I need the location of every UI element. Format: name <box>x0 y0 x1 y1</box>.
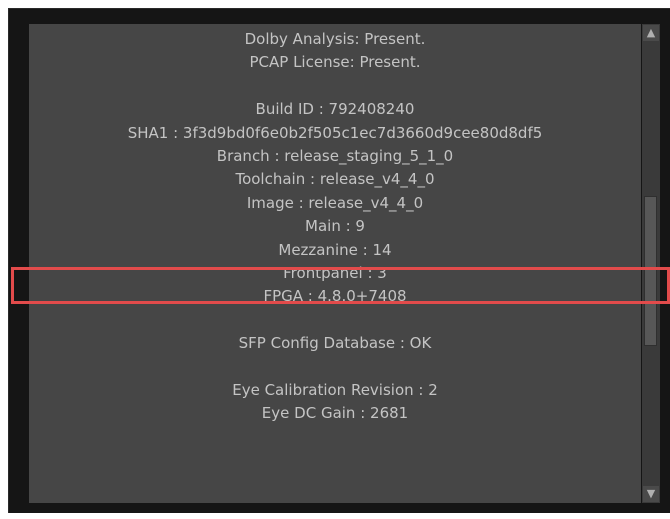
info-line-branch: Branch : release_staging_5_1_0 <box>216 146 454 165</box>
info-line-main: Main : 9 <box>305 217 365 236</box>
info-line-eye-calibration: Eye Calibration Revision : 2 <box>232 380 438 399</box>
info-line-sfp-config: SFP Config Database : OK <box>238 334 432 353</box>
info-line-image: Image : release_v4_4_0 <box>246 193 424 212</box>
info-lines: Dolby Analysis: Present. PCAP License: P… <box>29 28 641 426</box>
vertical-scrollbar[interactable]: ▲ ▼ <box>642 24 660 503</box>
highlight-box <box>11 267 670 304</box>
info-line-sha1: SHA1 : 3f3d9bd0f6e0b2f505c1ec7d3660d9cee… <box>127 123 543 142</box>
info-panel: Dolby Analysis: Present. PCAP License: P… <box>29 24 641 503</box>
info-line-toolchain: Toolchain : release_v4_4_0 <box>235 170 435 189</box>
info-line-blank <box>29 355 641 378</box>
info-line-dolby-analysis: Dolby Analysis: Present. <box>244 30 426 48</box>
scroll-up-icon[interactable]: ▲ <box>643 25 659 41</box>
info-line-build-id: Build ID : 792408240 <box>255 100 415 119</box>
scroll-down-icon[interactable]: ▼ <box>643 486 659 502</box>
info-line-blank <box>29 309 641 332</box>
info-line-mezzanine: Mezzanine : 14 <box>278 240 392 259</box>
info-line-blank <box>29 75 641 98</box>
info-line-pcap-license: PCAP License: Present. <box>249 53 421 72</box>
info-line-eye-dc-gain: Eye DC Gain : 2681 <box>261 404 409 423</box>
